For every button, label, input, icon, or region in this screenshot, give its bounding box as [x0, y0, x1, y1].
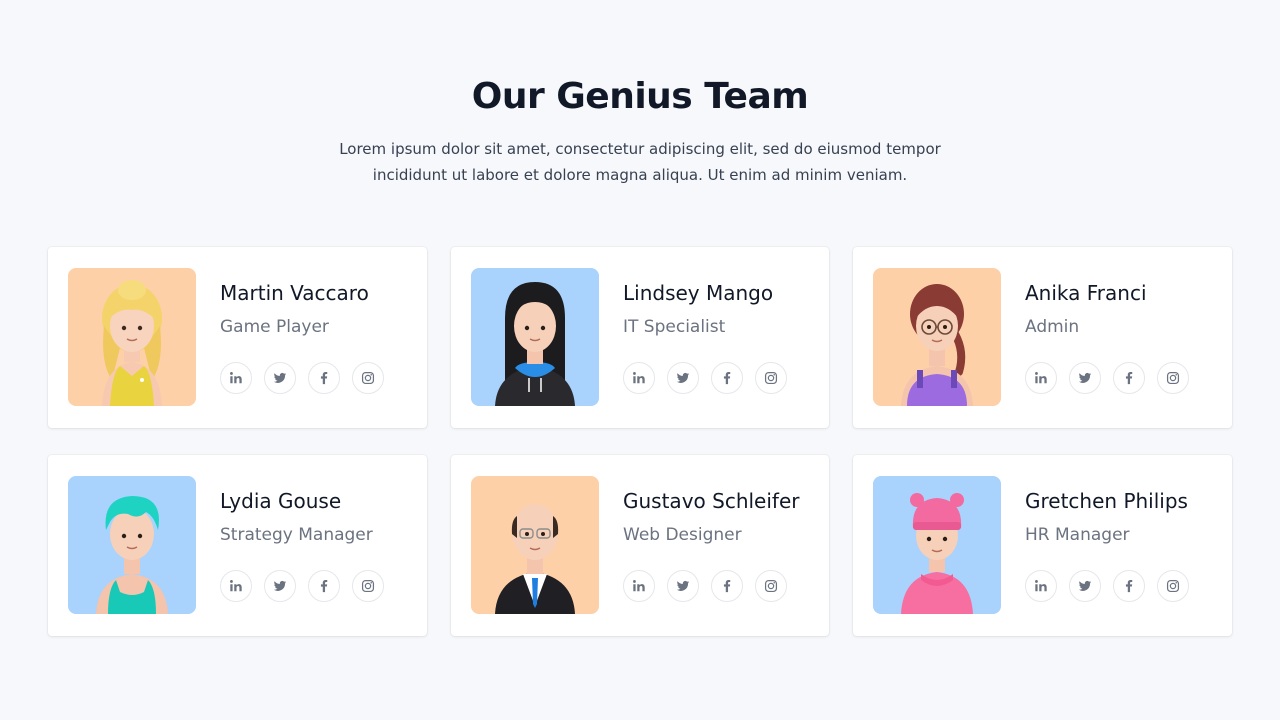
avatar	[68, 476, 196, 614]
member-name: Gretchen Philips	[1025, 489, 1188, 513]
linkedin-icon[interactable]	[220, 570, 252, 602]
member-role: Admin	[1025, 317, 1080, 337]
instagram-icon[interactable]	[352, 362, 384, 394]
facebook-icon[interactable]	[711, 362, 743, 394]
member-info: Lydia Gouse Strategy Manager	[220, 488, 417, 602]
facebook-icon[interactable]	[308, 570, 340, 602]
facebook-icon[interactable]	[1113, 570, 1145, 602]
member-role: Web Designer	[623, 525, 742, 545]
team-grid: Martin Vaccaro Game Player Lindsey Mango…	[48, 247, 1232, 636]
twitter-icon[interactable]	[264, 570, 296, 602]
member-role: IT Specialist	[623, 317, 726, 337]
member-role: Strategy Manager	[220, 525, 373, 545]
instagram-icon[interactable]	[1157, 570, 1189, 602]
avatar	[471, 476, 599, 614]
member-role: Game Player	[220, 317, 329, 337]
instagram-icon[interactable]	[755, 362, 787, 394]
member-info: Martin Vaccaro Game Player	[220, 280, 417, 394]
member-name: Martin Vaccaro	[220, 281, 369, 305]
social-links	[220, 570, 417, 602]
social-links	[623, 570, 819, 602]
member-info: Anika Franci Admin	[1025, 280, 1222, 394]
avatar	[873, 476, 1001, 614]
twitter-icon[interactable]	[264, 362, 296, 394]
team-card: Gretchen Philips HR Manager	[853, 455, 1232, 636]
member-name: Lydia Gouse	[220, 489, 342, 513]
linkedin-icon[interactable]	[1025, 362, 1057, 394]
member-info: Gustavo Schleifer Web Designer	[623, 488, 819, 602]
linkedin-icon[interactable]	[1025, 570, 1057, 602]
member-info: Lindsey Mango IT Specialist	[623, 280, 819, 394]
twitter-icon[interactable]	[1069, 362, 1101, 394]
page-title: Our Genius Team	[471, 76, 809, 117]
member-role: HR Manager	[1025, 525, 1130, 545]
avatar	[471, 268, 599, 406]
linkedin-icon[interactable]	[220, 362, 252, 394]
member-name: Gustavo Schleifer	[623, 489, 800, 513]
social-links	[220, 362, 417, 394]
social-links	[1025, 570, 1222, 602]
member-info: Gretchen Philips HR Manager	[1025, 488, 1222, 602]
instagram-icon[interactable]	[352, 570, 384, 602]
instagram-icon[interactable]	[1157, 362, 1189, 394]
social-links	[623, 362, 819, 394]
social-links	[1025, 362, 1222, 394]
facebook-icon[interactable]	[308, 362, 340, 394]
avatar	[68, 268, 196, 406]
member-name: Anika Franci	[1025, 281, 1147, 305]
team-card: Anika Franci Admin	[853, 247, 1232, 428]
linkedin-icon[interactable]	[623, 570, 655, 602]
team-card: Martin Vaccaro Game Player	[48, 247, 427, 428]
avatar	[873, 268, 1001, 406]
page-subtitle: Lorem ipsum dolor sit amet, consectetur …	[339, 140, 941, 184]
member-name: Lindsey Mango	[623, 281, 774, 305]
facebook-icon[interactable]	[1113, 362, 1145, 394]
facebook-icon[interactable]	[711, 570, 743, 602]
instagram-icon[interactable]	[755, 570, 787, 602]
twitter-icon[interactable]	[667, 570, 699, 602]
team-card: Gustavo Schleifer Web Designer	[451, 455, 829, 636]
team-card: Lindsey Mango IT Specialist	[451, 247, 829, 428]
twitter-icon[interactable]	[667, 362, 699, 394]
twitter-icon[interactable]	[1069, 570, 1101, 602]
linkedin-icon[interactable]	[623, 362, 655, 394]
team-card: Lydia Gouse Strategy Manager	[48, 455, 427, 636]
